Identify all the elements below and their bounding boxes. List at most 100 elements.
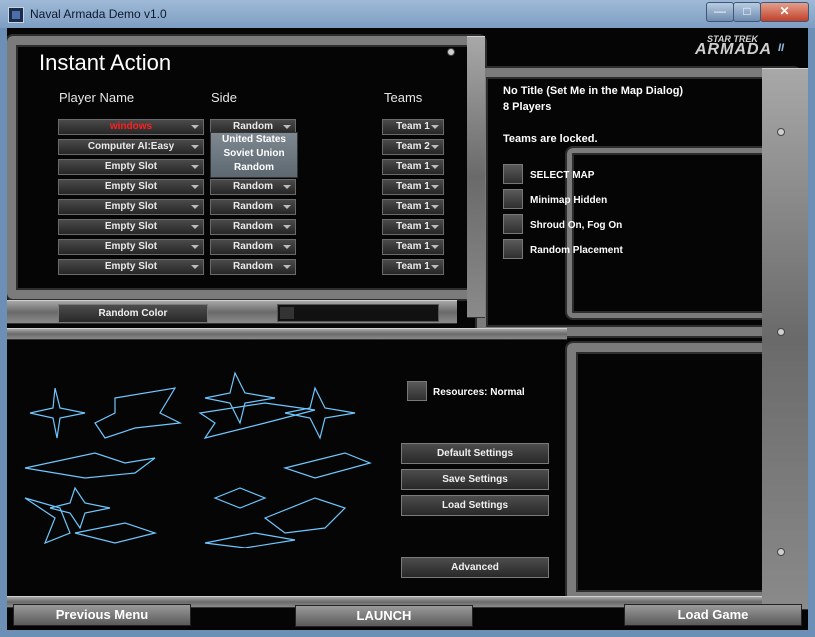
default-settings-button[interactable]: Default Settings	[401, 443, 549, 464]
previous-menu-plate[interactable]: Previous Menu	[13, 604, 191, 626]
player-name-select[interactable]: Empty Slot	[58, 179, 204, 195]
option-checkbox[interactable]	[503, 214, 523, 234]
chevron-down-icon	[191, 145, 199, 149]
chevron-down-icon	[431, 125, 439, 129]
side-text: Random	[233, 221, 273, 232]
side-select[interactable]: Random	[210, 199, 296, 215]
teams-locked-text: Teams are locked.	[503, 133, 598, 145]
save-settings-button[interactable]: Save Settings	[401, 469, 549, 490]
player-name-text: Empty Slot	[104, 221, 158, 232]
player-name-select[interactable]: windows	[58, 119, 204, 135]
right-pillar	[762, 68, 808, 610]
team-select[interactable]: Team 1	[382, 199, 444, 215]
player-name-text: Computer AI:Easy	[87, 141, 175, 152]
load-game-button[interactable]: Load Game	[625, 605, 801, 625]
side-select[interactable]: Random	[210, 219, 296, 235]
player-name-select[interactable]: Empty Slot	[58, 259, 204, 275]
divider-bar	[7, 328, 567, 340]
advanced-button[interactable]: Advanced	[401, 557, 549, 578]
option-checkbox[interactable]	[503, 239, 523, 259]
chevron-down-icon	[431, 265, 439, 269]
rivet	[777, 548, 785, 556]
chevron-down-icon	[191, 205, 199, 209]
rivet	[777, 328, 785, 336]
side-option-random[interactable]: Random	[211, 161, 297, 175]
chevron-down-icon	[431, 165, 439, 169]
game-client: STAR TREK ARMADA II Instant Action Playe…	[7, 28, 808, 630]
team-select[interactable]: Team 1	[382, 259, 444, 275]
team-text: Team 1	[396, 261, 430, 272]
minimize-button[interactable]: —	[706, 2, 734, 22]
side-text: Random	[233, 201, 273, 212]
side-text: Random	[233, 241, 273, 252]
chevron-down-icon	[191, 185, 199, 189]
side-text: Random	[233, 121, 273, 132]
launch-button[interactable]: LAUNCH	[296, 606, 472, 626]
team-select[interactable]: Team 1	[382, 219, 444, 235]
side-text: Random	[233, 181, 273, 192]
side-select[interactable]: Random	[210, 179, 296, 195]
team-text: Team 1	[396, 161, 430, 172]
load-game-plate[interactable]: Load Game	[624, 604, 802, 626]
player-name-select[interactable]: Empty Slot	[58, 199, 204, 215]
app-icon	[8, 7, 24, 23]
maximize-button[interactable]: □	[733, 2, 761, 22]
player-name-select[interactable]: Empty Slot	[58, 239, 204, 255]
chevron-down-icon	[191, 245, 199, 249]
launch-plate[interactable]: LAUNCH	[295, 605, 473, 627]
player-name-text: Empty Slot	[104, 261, 158, 272]
rivet	[777, 128, 785, 136]
player-name-select[interactable]: Empty Slot	[58, 159, 204, 175]
color-slider-handle[interactable]	[280, 307, 294, 319]
previous-menu-button[interactable]: Previous Menu	[14, 605, 190, 625]
chevron-down-icon	[191, 265, 199, 269]
map-title: No Title (Set Me in the Map Dialog)	[503, 85, 684, 97]
resources-checkbox[interactable]	[407, 381, 427, 401]
aircraft-blueprint-image	[24, 371, 372, 548]
close-button[interactable]: ✕	[760, 2, 809, 22]
rivet	[447, 48, 455, 56]
option-checkbox[interactable]	[503, 164, 523, 184]
side-select[interactable]: Random	[210, 239, 296, 255]
color-slider[interactable]	[277, 304, 439, 322]
team-text: Team 1	[396, 241, 430, 252]
team-text: Team 1	[396, 201, 430, 212]
load-settings-button[interactable]: Load Settings	[401, 495, 549, 516]
team-text: Team 1	[396, 221, 430, 232]
option-label: Random Placement	[530, 245, 623, 256]
chevron-down-icon	[191, 225, 199, 229]
player-name-text: Empty Slot	[104, 161, 158, 172]
logo-numeral: II	[778, 42, 785, 54]
title-bar[interactable]: Naval Armada Demo v1.0 — □ ✕	[0, 0, 815, 28]
player-name-header: Player Name	[59, 90, 135, 105]
chevron-down-icon	[283, 225, 291, 229]
option-checkbox[interactable]	[503, 189, 523, 209]
side-option-soviet[interactable]: Soviet Union	[211, 147, 297, 161]
player-name-text: Empty Slot	[104, 201, 158, 212]
option-label: Minimap Hidden	[530, 195, 608, 206]
team-select[interactable]: Team 1	[382, 119, 444, 135]
chevron-down-icon	[191, 165, 199, 169]
player-name-select[interactable]: Empty Slot	[58, 219, 204, 235]
team-select[interactable]: Team 1	[382, 239, 444, 255]
team-text: Team 1	[396, 121, 430, 132]
resources-label: Resources: Normal	[433, 387, 525, 398]
map-player-count: 8 Players	[503, 101, 552, 113]
minimap-frame	[567, 148, 777, 318]
chevron-down-icon	[431, 245, 439, 249]
side-option-us[interactable]: United States	[211, 133, 297, 147]
teams-header: Teams	[384, 90, 423, 105]
chevron-down-icon	[283, 265, 291, 269]
team-select[interactable]: Team 1	[382, 179, 444, 195]
side-dropdown-list[interactable]: United States Soviet Union Random	[210, 132, 298, 178]
chevron-down-icon	[283, 185, 291, 189]
chevron-down-icon	[431, 185, 439, 189]
random-color-button[interactable]: Random Color	[58, 304, 208, 323]
team-select[interactable]: Team 1	[382, 159, 444, 175]
player-name-select[interactable]: Computer AI:Easy	[58, 139, 204, 155]
team-select[interactable]: Team 2	[382, 139, 444, 155]
side-select[interactable]: Random	[210, 259, 296, 275]
chevron-down-icon	[431, 205, 439, 209]
team-text: Team 2	[396, 141, 430, 152]
chevron-down-icon	[431, 145, 439, 149]
